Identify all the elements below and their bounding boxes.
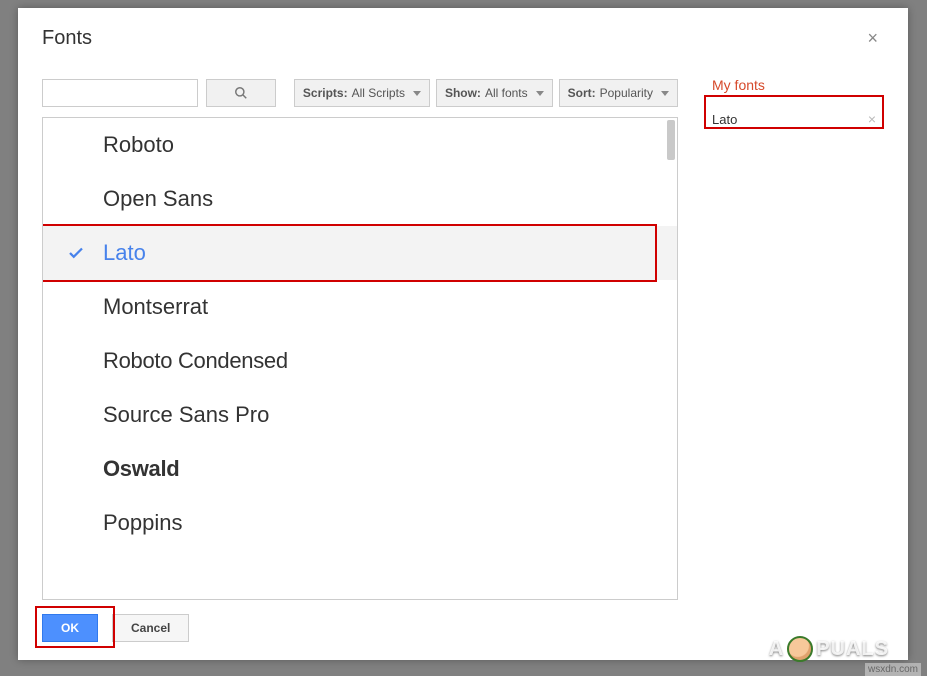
font-row[interactable]: Poppins xyxy=(43,496,677,550)
close-icon[interactable]: × xyxy=(861,26,884,51)
font-row[interactable]: Montserrat xyxy=(43,280,677,334)
attribution-text: wsxdn.com xyxy=(865,663,921,676)
font-name-label: Poppins xyxy=(103,510,183,536)
font-row[interactable]: Open Sans xyxy=(43,172,677,226)
dialog-title: Fonts xyxy=(42,27,92,50)
left-column: Scripts: All Scripts Show: All fonts Sor… xyxy=(42,61,678,600)
check-icon xyxy=(67,244,85,262)
chevron-down-icon xyxy=(413,91,421,96)
remove-icon[interactable]: × xyxy=(868,111,876,127)
sort-filter[interactable]: Sort: Popularity xyxy=(559,79,678,107)
font-list-container: Roboto Open Sans Lato Montserrat Roboto Cond… xyxy=(42,117,678,600)
font-name-label: Roboto Condensed xyxy=(103,348,288,374)
watermark-logo: A PUALS xyxy=(769,636,889,662)
toolbar: Scripts: All Scripts Show: All fonts Sor… xyxy=(42,61,678,117)
font-name-label: Oswald xyxy=(103,456,179,482)
search-input[interactable] xyxy=(42,79,198,107)
show-filter[interactable]: Show: All fonts xyxy=(436,79,553,107)
ok-button[interactable]: OK xyxy=(42,614,98,642)
cancel-button[interactable]: Cancel xyxy=(112,614,189,642)
my-fonts-heading: My fonts xyxy=(704,73,884,105)
right-column: My fonts Lato × xyxy=(704,61,884,600)
my-font-item[interactable]: Lato × xyxy=(704,105,884,133)
font-name-label: Lato xyxy=(103,240,146,266)
font-row[interactable]: Lato xyxy=(43,226,677,280)
my-font-label: Lato xyxy=(712,112,737,127)
scripts-filter[interactable]: Scripts: All Scripts xyxy=(294,79,430,107)
scrollbar-thumb[interactable] xyxy=(667,120,675,160)
font-row[interactable]: Source Sans Pro xyxy=(43,388,677,442)
font-name-label: Open Sans xyxy=(103,186,213,212)
fonts-dialog: Fonts × Scripts: All Scripts xyxy=(18,8,908,660)
font-name-label: Roboto xyxy=(103,132,174,158)
font-name-label: Montserrat xyxy=(103,294,208,320)
dialog-body: Scripts: All Scripts Show: All fonts Sor… xyxy=(18,61,908,600)
font-name-label: Source Sans Pro xyxy=(103,402,269,428)
font-list[interactable]: Roboto Open Sans Lato Montserrat Roboto Cond… xyxy=(43,118,677,599)
search-icon xyxy=(234,86,248,100)
font-row[interactable]: Roboto Condensed xyxy=(43,334,677,388)
font-row[interactable]: Roboto xyxy=(43,118,677,172)
face-icon xyxy=(787,636,813,662)
chevron-down-icon xyxy=(536,91,544,96)
chevron-down-icon xyxy=(661,91,669,96)
dialog-header: Fonts × xyxy=(18,8,908,61)
my-fonts-list: Lato × xyxy=(704,105,884,133)
font-row[interactable]: Oswald xyxy=(43,442,677,496)
search-button[interactable] xyxy=(206,79,276,107)
